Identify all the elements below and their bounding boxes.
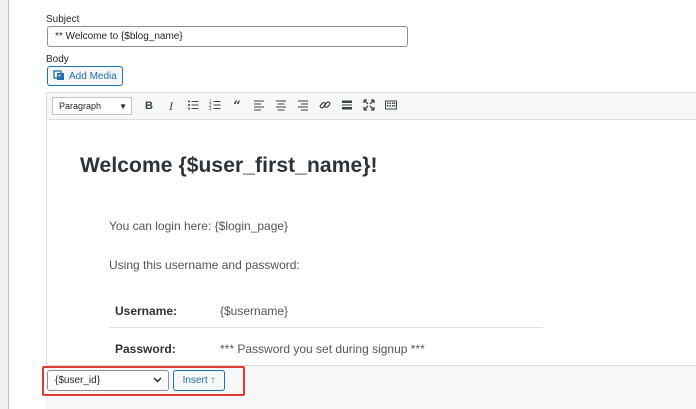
username-value: {$username} (220, 304, 289, 318)
bold-icon: B (145, 100, 153, 112)
fullscreen-button[interactable] (358, 96, 380, 116)
fullscreen-icon (363, 98, 375, 114)
bulleted-list-icon (187, 99, 199, 114)
editor-toolbar: Paragraph ▼ B I 123 “ (47, 93, 696, 120)
blockquote-button[interactable]: “ (226, 96, 248, 116)
numbered-list-icon: 123 (209, 99, 221, 114)
link-icon (319, 99, 331, 114)
svg-text:3: 3 (209, 106, 212, 111)
toolbar-toggle-button[interactable] (380, 96, 402, 116)
align-left-icon (253, 99, 265, 114)
using-line: Using this username and password: (109, 258, 300, 272)
toolbar-toggle-icon (385, 99, 397, 114)
italic-button[interactable]: I (160, 96, 182, 116)
add-media-label: Add Media (69, 70, 117, 82)
body-editor: Paragraph ▼ B I 123 “ Welcome {$user_fir… (46, 92, 696, 366)
bold-button[interactable]: B (138, 96, 160, 116)
dropdown-arrow-icon: ▼ (119, 101, 127, 111)
email-template-panel: Subject Body Add Media Paragraph ▼ B I 1… (9, 0, 696, 409)
password-label: Password: (115, 342, 176, 356)
align-left-button[interactable] (248, 96, 270, 116)
align-right-icon (297, 99, 309, 114)
format-select[interactable]: Paragraph ▼ (52, 97, 132, 115)
subject-label: Subject (46, 14, 80, 25)
numbered-list-button[interactable]: 123 (204, 96, 226, 116)
editor-content[interactable]: Welcome {$user_first_name}! You can logi… (47, 120, 696, 366)
variable-select[interactable]: {$user_id} (47, 370, 169, 391)
read-more-button[interactable] (336, 96, 358, 116)
link-button[interactable] (314, 96, 336, 116)
insert-button[interactable]: Insert ↑ (173, 370, 225, 391)
login-line: You can login here: {$login_page} (109, 219, 289, 233)
left-margin (0, 0, 9, 409)
media-icon (53, 69, 65, 84)
read-more-icon (341, 99, 353, 114)
blockquote-icon: “ (233, 98, 241, 114)
variable-select-value: {$user_id} (55, 375, 101, 386)
format-select-value: Paragraph (59, 101, 102, 111)
body-label: Body (46, 54, 69, 65)
username-label: Username: (115, 304, 178, 318)
align-center-icon (275, 99, 287, 114)
subject-input[interactable] (47, 26, 408, 47)
italic-icon: I (169, 98, 173, 113)
align-right-button[interactable] (292, 96, 314, 116)
add-media-button[interactable]: Add Media (47, 66, 123, 86)
welcome-heading: Welcome {$user_first_name}! (80, 154, 378, 177)
password-value: *** Password you set during signup *** (220, 342, 425, 356)
credentials-row: Username: {$username} (109, 290, 543, 328)
credentials-row: Password: *** Password you set during si… (109, 328, 543, 366)
chevron-down-icon (153, 375, 162, 386)
align-center-button[interactable] (270, 96, 292, 116)
bulleted-list-button[interactable] (182, 96, 204, 116)
